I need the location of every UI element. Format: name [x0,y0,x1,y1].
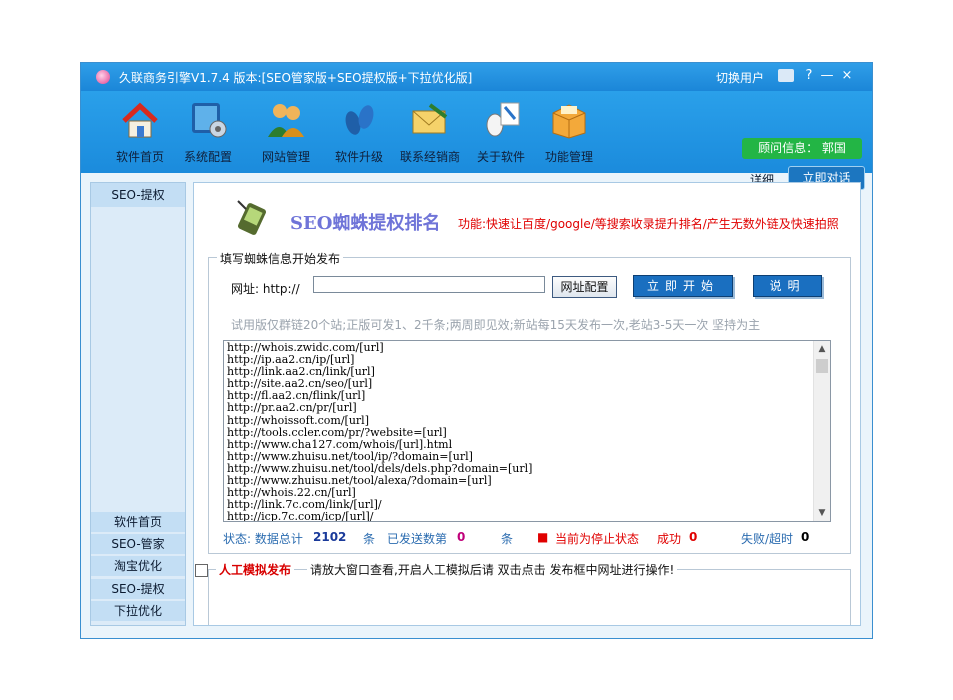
app-window: 久联商务引擎V1.7.4 版本:[SEO管家版+SEO提权版+下拉优化版] 切换… [80,62,873,639]
url-list-line: http://icp.7c.com/icp/[url]/ [227,510,374,522]
toolbar-sites-label: 网站管理 [261,150,310,164]
url-list-line: http://tools.ccler.com/pr/?website=[url] [227,425,447,439]
status-fail-label: 失败/超时 [741,532,794,546]
page-title: SEO蜘蛛提权排名 [290,213,441,234]
sidebar: SEO-提权 软件首页 SEO-管家 淘宝优化 SEO-提权 下拉优化 [90,182,186,626]
switch-user-link[interactable]: 切换用户 [716,69,764,86]
toolbar-settings-label: 系统配置 [183,150,232,164]
toolbar-settings[interactable]: 系统配置 [176,101,240,165]
box-icon [549,101,589,139]
sidebar-item-dropdown[interactable]: 下拉优化 [91,601,185,621]
toolbar-features[interactable]: 功能管理 [537,101,601,165]
status-success-label: 成功 [657,532,682,546]
status-unit-2: 条 [501,532,514,546]
scroll-thumb[interactable] [816,359,828,373]
toolbar-about-label: 关于软件 [476,150,525,164]
feature-description: 功能:快速让百度/google/等搜索收录提升排名/产生无数外链及快速拍照 [458,217,839,231]
toolbar-upgrade-label: 软件升级 [334,150,383,164]
title-bar: 久联商务引擎V1.7.4 版本:[SEO管家版+SEO提权版+下拉优化版] 切换… [81,63,872,91]
manual-publish-group: 人工模拟发布 请放大窗口查看,开启人工模拟后请 双击点击 发布框中网址进行操作! [195,561,851,625]
users-icon [266,101,306,139]
sidebar-item-seo-manager[interactable]: SEO-管家 [91,534,185,554]
url-list-line: http://pr.aa2.cn/pr/[url] [227,401,357,415]
status-unit-1: 条 [363,532,376,546]
url-list-content: http://whois.zwidc.com/[url] http://ip.aa… [227,341,532,522]
mail-icon [410,101,450,139]
consultant-info: 顾问信息： 郭国 [742,138,862,159]
toolbar-about[interactable]: 关于软件 [469,101,533,165]
start-button[interactable]: 立即开始 [633,275,733,297]
chat-bubble-icon[interactable] [778,69,794,82]
main-panel: SEO蜘蛛提权排名 功能:快速让百度/google/等搜索收录提升排名/产生无数… [193,182,861,626]
manual-publish-label[interactable]: 人工模拟发布 [216,561,295,578]
toolbar-sites[interactable]: 网站管理 [254,101,318,165]
status-total: 2102 [313,530,347,544]
status-marker-icon: ■ [537,530,549,544]
manual-publish-checkbox[interactable] [195,564,208,577]
status-label: 状态: 数据总计 [223,532,303,546]
toolbar-features-label: 功能管理 [544,150,593,164]
status-sent-label: 已发送数第 [387,532,448,546]
app-logo-icon [96,70,110,84]
home-icon [120,101,160,139]
url-input[interactable] [313,276,545,293]
status-success-count: 0 [689,530,698,544]
status-row: 状态: 数据总计 2102 条 已发送数第 0 条 ■ 当前为停止状态 成功 0… [223,530,843,546]
sidebar-item-home[interactable]: 软件首页 [91,512,185,532]
url-config-button[interactable]: 网址配置 [552,276,617,298]
spider-phone-icon [232,197,272,237]
status-fail-count: 0 [801,530,810,544]
window-title: 久联商务引擎V1.7.4 版本:[SEO管家版+SEO提权版+下拉优化版] [119,71,473,85]
status-sent-count: 0 [457,530,466,544]
help-doc-button[interactable]: 说明 [753,275,822,297]
footprint-icon [339,101,379,139]
settings-icon [188,101,228,139]
close-button[interactable]: × [838,67,856,85]
toolbar: 软件首页 系统配置 网站管理 软件升级 联系经销商 关于软件 功能管理 顾问信息… [81,91,872,190]
scroll-up-icon[interactable]: ▲ [814,341,830,357]
toolbar-home-label: 软件首页 [115,150,164,164]
toolbar-contact-label: 联系经销商 [399,150,460,164]
trial-note: 试用版仅群链20个站;正版可发1、2千条;两周即见效;新站每15天发布一次,老站… [231,318,761,332]
status-state: 当前为停止状态 [555,532,640,546]
toolbar-contact[interactable]: 联系经销商 [398,101,462,165]
manual-publish-desc: 请放大窗口查看,开启人工模拟后请 双击点击 发布框中网址进行操作! [307,561,678,578]
url-label: 网址: http:// [231,282,300,296]
scroll-down-icon[interactable]: ▼ [814,505,830,521]
sidebar-item-seo-boost[interactable]: SEO-提权 [91,579,185,599]
mouse-icon [481,101,521,139]
toolbar-upgrade[interactable]: 软件升级 [327,101,391,165]
toolbar-home[interactable]: 软件首页 [108,101,172,165]
vertical-scrollbar[interactable]: ▲ ▼ [813,341,830,521]
sidebar-item-taobao[interactable]: 淘宝优化 [91,556,185,576]
sidebar-header[interactable]: SEO-提权 [91,183,185,207]
help-button[interactable]: ? [800,67,818,85]
url-list-line: http://whoissoft.com/[url] [227,413,369,427]
minimize-button[interactable]: — [818,67,836,85]
publish-group: 填写蜘蛛信息开始发布 网址: http:// 网址配置 立即开始 说明 试用版仅… [208,250,851,554]
group-title: 填写蜘蛛信息开始发布 [217,250,344,267]
url-list-textarea[interactable]: http://whois.zwidc.com/[url] http://ip.aa… [223,340,831,522]
